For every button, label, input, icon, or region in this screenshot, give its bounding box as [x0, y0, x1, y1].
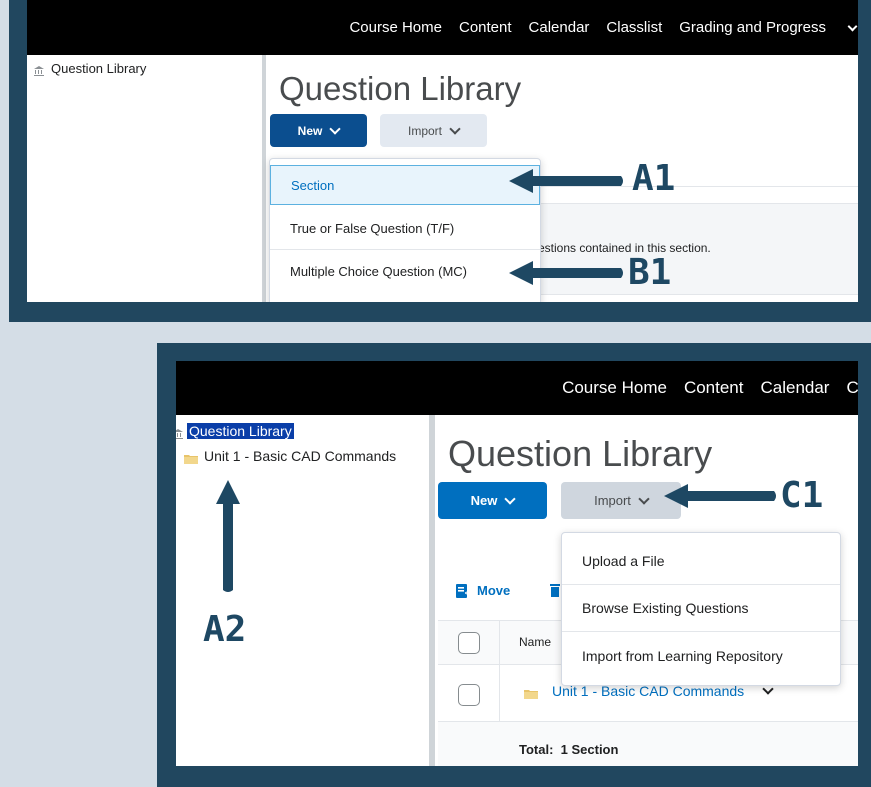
folder-icon [184, 451, 198, 464]
menu-item-true-false[interactable]: True or False Question (T/F) [270, 207, 540, 250]
sidebar-divider [429, 415, 435, 766]
nav-grading-label: Grading and Progress [679, 19, 826, 36]
new-button-label: New [297, 123, 323, 138]
menu-item-upload-file[interactable]: Upload a File [562, 537, 840, 585]
import-button-label: Import [594, 493, 631, 508]
bottom-screenshot: Course Home Content Calendar Cla Questio… [176, 361, 858, 766]
menu-item-label: Browse Existing Questions [582, 600, 749, 616]
callout-a2-arrow [216, 480, 240, 592]
nav-content[interactable]: Content [459, 19, 512, 36]
chevron-down-icon [504, 492, 517, 505]
menu-item-label: True or False Question (T/F) [290, 220, 455, 236]
table-footer-row [438, 722, 858, 766]
callout-a1-arrow [509, 169, 623, 193]
menu-item-section[interactable]: Section [270, 165, 540, 205]
row-checkbox[interactable] [458, 684, 480, 706]
nav-classlist[interactable]: Cla [846, 378, 858, 398]
chevron-down-icon [638, 492, 650, 505]
nav-grading[interactable]: Grading and Progress [679, 19, 858, 36]
callout-a2: A2 [203, 609, 247, 650]
top-navbar: Course Home Content Calendar Classlist G… [27, 0, 858, 55]
sidebar-divider [262, 55, 266, 302]
menu-item-browse-existing[interactable]: Browse Existing Questions [562, 585, 840, 632]
select-all-checkbox[interactable] [458, 632, 480, 654]
move-button[interactable]: Move [456, 583, 510, 598]
nav-calendar[interactable]: Calendar [760, 378, 829, 398]
chevron-down-icon [449, 122, 461, 135]
folder-icon [524, 686, 538, 699]
section-description: estions contained in this section. [538, 241, 711, 255]
chevron-down-icon [329, 122, 342, 135]
import-button-label: Import [407, 123, 442, 138]
trash-icon[interactable] [550, 583, 560, 597]
move-button-label: Move [477, 583, 511, 598]
import-dropdown-menu: Upload a File Browse Existing Questions … [561, 532, 841, 686]
new-button-label: New [470, 493, 498, 508]
page-title: Question Library [448, 433, 713, 474]
nav-course-home[interactable]: Course Home [562, 378, 667, 398]
menu-item-label: Multiple Choice Question (MC) [290, 263, 468, 279]
nav-calendar[interactable]: Calendar [529, 19, 590, 36]
callout-b1: B1 [628, 252, 672, 293]
menu-item-label: Section [291, 177, 335, 193]
bank-icon [176, 426, 184, 439]
sidebar-item-label: Question Library [51, 61, 147, 76]
callout-a1: A1 [632, 158, 676, 199]
bank-icon [33, 64, 45, 76]
menu-item-import-repository[interactable]: Import from Learning Repository [562, 632, 840, 680]
new-button[interactable]: New [270, 114, 367, 147]
bottom-navbar: Course Home Content Calendar Cla [176, 361, 858, 415]
callout-c1-arrow [664, 484, 776, 508]
callout-c1: C1 [780, 475, 824, 516]
menu-item-multiple-choice[interactable]: Multiple Choice Question (MC) [270, 250, 540, 292]
page-title: Question Library [279, 70, 522, 107]
nav-classlist[interactable]: Classlist [606, 19, 662, 36]
new-button[interactable]: New [438, 482, 547, 519]
sidebar-item-label: Unit 1 - Basic CAD Commands [204, 448, 397, 464]
menu-item-label: Upload a File [582, 552, 665, 569]
sidebar-item-question-library[interactable]: Question Library [176, 423, 294, 439]
column-header-name: Name [519, 635, 552, 649]
table-total: Total: 1 Section [519, 742, 619, 757]
menu-item-label: Import from Learning Repository [582, 648, 783, 664]
sidebar-item-question-library[interactable]: Question Library [33, 61, 146, 76]
callout-b1-arrow [509, 261, 623, 285]
move-icon [456, 583, 471, 598]
nav-course-home[interactable]: Course Home [349, 19, 442, 36]
import-button[interactable]: Import [380, 114, 487, 147]
sidebar-item-label: Question Library [187, 423, 294, 439]
nav-content[interactable]: Content [684, 378, 744, 398]
top-screenshot: Course Home Content Calendar Classlist G… [27, 0, 858, 302]
sidebar-item-unit-1[interactable]: Unit 1 - Basic CAD Commands [184, 448, 396, 464]
chevron-down-icon [847, 21, 858, 32]
new-dropdown-menu: Section True or False Question (T/F) Mul… [269, 158, 541, 302]
